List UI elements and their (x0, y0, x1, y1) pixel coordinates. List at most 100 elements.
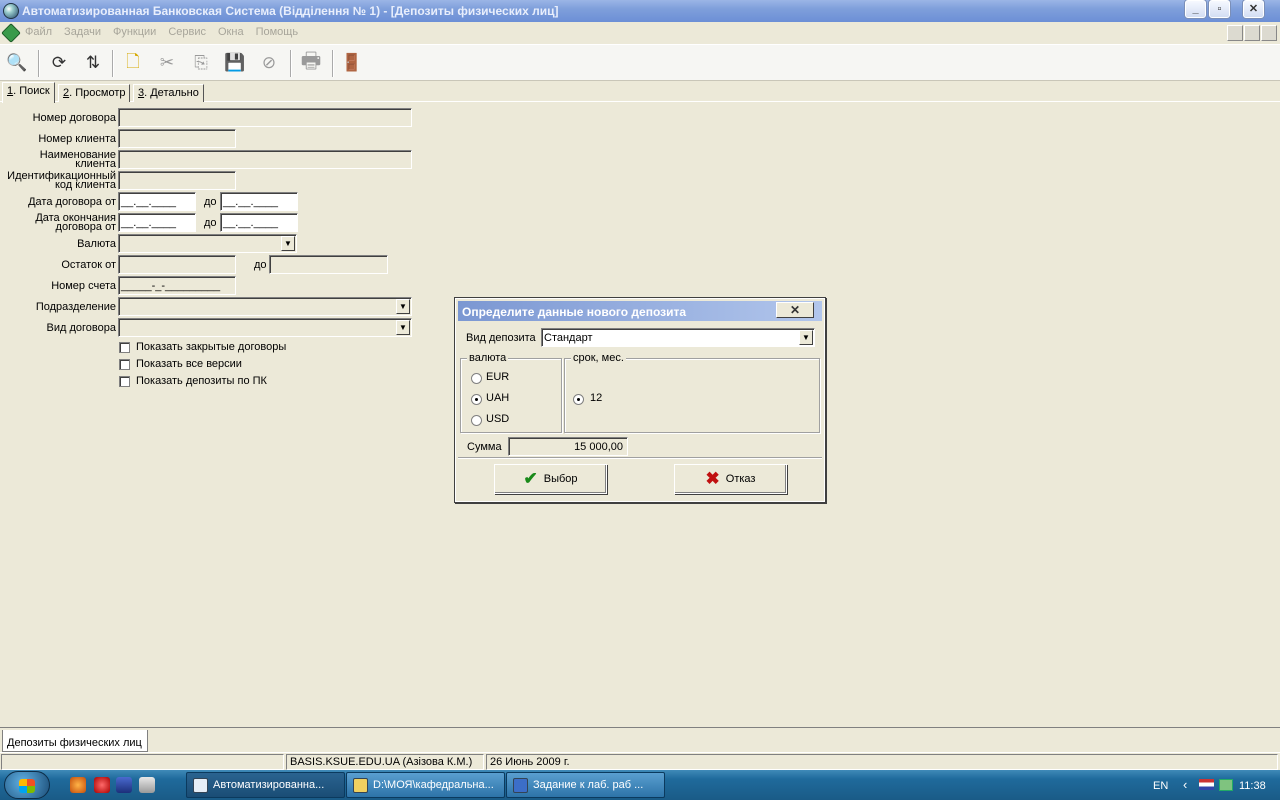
radio-term-12[interactable] (573, 394, 584, 405)
mdi-minimize-button[interactable] (1227, 25, 1243, 41)
opera-icon[interactable] (94, 777, 110, 793)
show-versions-checkbox[interactable] (119, 359, 130, 370)
radio-uah[interactable] (471, 394, 482, 405)
radio-uah-label: UAH (486, 392, 510, 404)
chevron-down-icon[interactable]: ▼ (281, 236, 295, 251)
mdi-restore-button[interactable] (1244, 25, 1260, 41)
menu-help[interactable]: Помощь (256, 26, 299, 38)
task-bank-system[interactable]: Автоматизированна... (186, 772, 345, 798)
firefox-icon[interactable] (70, 777, 86, 793)
currency-label: Валюта (77, 238, 116, 250)
menu-functions[interactable]: Функции (113, 26, 156, 38)
client-id-input[interactable] (118, 171, 236, 190)
document-tab-deposits[interactable]: Депозиты физических лиц (2, 730, 148, 752)
menu-bar: Файл Задачи Функции Сервис Окна Помощь (0, 22, 1280, 44)
contract-type-select[interactable]: ▼ (118, 318, 412, 337)
task-word-doc[interactable]: Задание к лаб. раб ... (506, 772, 665, 798)
term-group-title: срок, мес. (571, 352, 626, 364)
toolbar-separator (332, 50, 334, 77)
menu-tasks[interactable]: Задачи (64, 26, 101, 38)
balance-to-label: до (254, 259, 267, 271)
save-icon[interactable]: 💾 (222, 50, 248, 76)
clock[interactable]: 11:38 (1239, 780, 1266, 792)
minimize-button[interactable]: _ (1185, 0, 1206, 18)
currency-group: валюта EUR UAH USD (460, 352, 562, 433)
close-button[interactable]: ✕ (1243, 0, 1264, 18)
deposit-type-select[interactable]: Стандарт ▼ (541, 328, 815, 347)
end-date-to-input[interactable]: __.__.____ (220, 213, 298, 232)
cut-icon[interactable]: ✂ (154, 50, 180, 76)
currency-group-title: валюта (467, 352, 509, 364)
app-menu-icon[interactable] (1, 23, 21, 43)
balance-to-input[interactable] (269, 255, 388, 274)
restore-button[interactable]: ▫ (1209, 0, 1230, 18)
tab-detail[interactable]: 3. Детально (133, 84, 204, 102)
account-input[interactable]: _____-_-_________ (118, 276, 236, 295)
menu-file[interactable]: Файл (25, 26, 52, 38)
department-select[interactable]: ▼ (118, 297, 412, 316)
dialog-title-bar: Определите данные нового депозита ✕ (458, 301, 822, 321)
tab-view-label: . Просмотр (69, 87, 126, 99)
task-folder-label: D:\МОЯ\кафедральна... (373, 779, 494, 791)
copy-icon[interactable]: ⎘ (188, 50, 214, 76)
tab-search[interactable]: 1. Поиск (2, 82, 55, 103)
cross-icon: ✖ (705, 469, 720, 488)
contract-date-to-label: до (204, 196, 217, 208)
folder-icon (353, 778, 368, 793)
network-icon[interactable] (1219, 779, 1233, 791)
print-icon[interactable]: 🖶 (298, 48, 324, 76)
status-user: BASIS.KSUE.EDU.UA (Азізова К.М.) (286, 754, 484, 770)
balance-from-input[interactable] (118, 255, 236, 274)
contract-date-from-input[interactable]: __.__.____ (118, 192, 196, 211)
status-date: 26 Июнь 2009 г. (486, 754, 1278, 770)
magnifier-icon[interactable]: 🔍 (4, 50, 30, 76)
show-closed-checkbox[interactable] (119, 342, 130, 353)
select-button-label: Выбор (543, 473, 578, 485)
currency-select[interactable]: ▼ (118, 234, 297, 253)
radio-usd-label: USD (486, 413, 510, 425)
radio-eur[interactable] (471, 373, 482, 384)
exit-icon[interactable]: 🚪 (339, 50, 365, 76)
tab-view[interactable]: 2. Просмотр (58, 84, 131, 102)
menu-service[interactable]: Сервис (168, 26, 206, 38)
balance-label: Остаток от (61, 259, 116, 271)
client-number-input[interactable] (118, 129, 236, 148)
show-versions-label: Показать все версии (136, 358, 242, 370)
chevron-left-icon[interactable]: ‹ (1183, 777, 1187, 792)
dialog-close-button[interactable]: ✕ (776, 302, 814, 318)
show-card-deposits-checkbox[interactable] (119, 376, 130, 387)
refresh-icon[interactable]: ⟳ (46, 50, 72, 76)
chevron-down-icon[interactable]: ▼ (799, 330, 813, 345)
client-name-input[interactable] (118, 150, 412, 169)
chevron-down-icon[interactable]: ▼ (396, 299, 410, 314)
start-button[interactable] (4, 771, 50, 799)
sort-icon[interactable]: ⇅ (80, 50, 106, 76)
document-tabs: Депозиты физических лиц (0, 727, 1280, 752)
amount-input[interactable]: 15 000,00 (508, 437, 628, 456)
radio-usd[interactable] (471, 415, 482, 426)
desktop-icon[interactable] (139, 777, 155, 793)
radio-term-12-label: 12 (590, 392, 603, 404)
toolbar-separator (112, 50, 114, 77)
language-indicator[interactable]: EN (1153, 780, 1168, 792)
chevron-down-icon[interactable]: ▼ (396, 320, 410, 335)
contract-number-input[interactable] (118, 108, 412, 127)
us-flag-icon[interactable] (1199, 779, 1214, 790)
contract-date-to-input[interactable]: __.__.____ (220, 192, 298, 211)
new-document-icon[interactable]: 🗋 (120, 50, 146, 76)
cancel-button[interactable]: ✖ Отказ (674, 464, 787, 494)
tab-detail-label: . Детально (144, 87, 199, 99)
task-word-doc-label: Задание к лаб. раб ... (533, 779, 644, 791)
app-globe-icon (3, 3, 19, 19)
status-bar: BASIS.KSUE.EDU.UA (Азізова К.М.) 26 Июнь… (0, 752, 1280, 770)
task-folder[interactable]: D:\МОЯ\кафедральна... (346, 772, 505, 798)
menu-windows[interactable]: Окна (218, 26, 244, 38)
end-date-from-input[interactable]: __.__.____ (118, 213, 196, 232)
tab-search-label: . Поиск (13, 85, 50, 97)
contract-date-label: Дата договора от (28, 196, 116, 208)
cancel-icon[interactable]: ⊘ (256, 50, 282, 76)
app-launcher-icon[interactable] (116, 777, 132, 793)
dialog-title: Определите данные нового депозита (462, 305, 687, 319)
select-button[interactable]: ✔ Выбор (494, 464, 607, 494)
mdi-close-button[interactable] (1261, 25, 1277, 41)
